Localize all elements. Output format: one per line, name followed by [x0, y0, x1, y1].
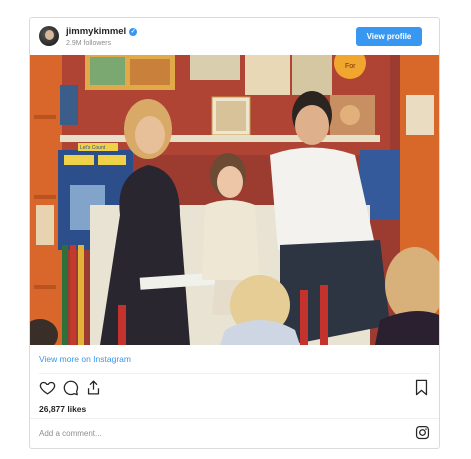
- post-header: jimmykimmel ✓ 2.9M followers View profil…: [30, 18, 439, 55]
- instagram-logo-icon[interactable]: [415, 425, 430, 440]
- bookmark-icon[interactable]: [413, 379, 430, 396]
- like-count: 26,877 likes: [39, 404, 87, 414]
- instagram-embed-card: jimmykimmel ✓ 2.9M followers View profil…: [29, 17, 440, 449]
- comment-icon[interactable]: [62, 379, 79, 396]
- follower-count: 2.9M followers: [66, 40, 112, 47]
- verified-badge-icon: ✓: [129, 27, 138, 36]
- avatar[interactable]: [39, 26, 59, 46]
- action-bar: [39, 379, 102, 397]
- divider: [30, 418, 439, 419]
- heart-icon[interactable]: [39, 379, 56, 396]
- comment-input[interactable]: [39, 426, 369, 440]
- username-row[interactable]: jimmykimmel ✓: [66, 26, 138, 37]
- classroom-photo: For Let's Count: [30, 55, 439, 345]
- view-more-link[interactable]: View more on Instagram: [39, 354, 131, 364]
- wall-sign-for: For: [345, 63, 356, 70]
- divider: [39, 373, 430, 374]
- share-icon[interactable]: [85, 379, 102, 396]
- wall-sign-lets-count: Let's Count: [80, 145, 106, 151]
- username[interactable]: jimmykimmel: [66, 26, 126, 37]
- post-image[interactable]: For Let's Count: [30, 55, 439, 345]
- view-profile-button[interactable]: View profile: [356, 27, 422, 46]
